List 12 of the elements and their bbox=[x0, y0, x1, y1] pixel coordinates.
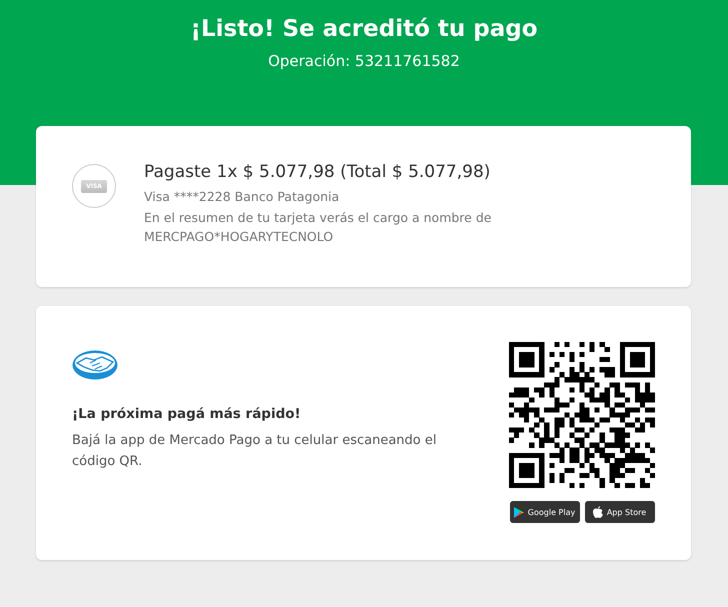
operation-number: Operación: 53211761582 bbox=[268, 52, 460, 70]
store-button[interactable]: Google Play bbox=[510, 501, 580, 523]
handshake-logo-icon bbox=[72, 350, 118, 380]
store-button[interactable]: App Store bbox=[584, 501, 654, 523]
card-details: Visa ****2228 Banco Patagonia bbox=[144, 188, 340, 206]
play-icon bbox=[514, 506, 524, 518]
payment-amount: Pagaste 1x $ 5.077,98 (Total $ 5.077,98) bbox=[144, 162, 492, 182]
promo-text: Bajá la app de Mercado Pago a tu celular escaneando el código QR. bbox=[72, 432, 438, 471]
promo-heading: ¡La próxima pagá más rápido! bbox=[72, 406, 302, 422]
success-title: ¡Listo! Se acreditó tu pago bbox=[190, 16, 538, 42]
apple-icon bbox=[592, 506, 603, 518]
statement-note: En el resumen de tu tarjeta verás el cargo a nombre de MERCPAGO*HOGARYTECNOLO bbox=[144, 209, 492, 246]
